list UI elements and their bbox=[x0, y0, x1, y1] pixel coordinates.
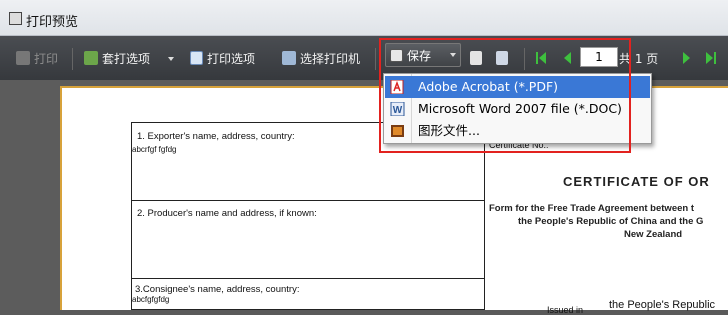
document-icon bbox=[470, 51, 482, 65]
last-page-icon[interactable] bbox=[706, 52, 716, 64]
chevron-down-icon[interactable] bbox=[167, 57, 174, 61]
page-number-input[interactable]: 1 bbox=[580, 47, 618, 67]
print-options-button[interactable]: 打印选项 bbox=[190, 49, 255, 69]
first-page-icon[interactable] bbox=[536, 52, 546, 64]
consignee-label: 3.Consignee's name, address, country: bbox=[135, 284, 300, 295]
image-icon bbox=[391, 125, 404, 137]
exporter-value: abcrfgf fgfdg bbox=[132, 145, 177, 154]
form-divider bbox=[131, 200, 485, 201]
menu-item-pdf[interactable]: Adobe Acrobat (*.PDF) bbox=[385, 76, 650, 98]
exporter-label: 1. Exporter's name, address, country: bbox=[137, 131, 295, 142]
toolbar-separator bbox=[524, 48, 525, 70]
word-icon: W bbox=[390, 102, 405, 116]
consignee-value: abcfgfgfdg bbox=[132, 295, 170, 304]
previous-page-icon[interactable] bbox=[564, 52, 571, 64]
window-titlebar: 打印预览 bbox=[0, 0, 728, 36]
template-print-options-button[interactable]: 套打选项 bbox=[84, 49, 174, 69]
certificate-title: CERTIFICATE OF OR bbox=[563, 174, 710, 189]
toolbar-separator bbox=[375, 48, 376, 70]
issued-in-label: Issued in bbox=[547, 305, 584, 315]
menu-item-image[interactable]: 图形文件... bbox=[385, 120, 650, 142]
floppy-disk-icon bbox=[390, 49, 403, 62]
printer-icon bbox=[16, 51, 30, 65]
edit-doc-button[interactable] bbox=[496, 49, 512, 69]
issued-in-value: the People's Republic bbox=[609, 299, 716, 311]
save-format-menu: Adobe Acrobat (*.PDF) W Microsoft Word 2… bbox=[383, 73, 652, 144]
app-icon bbox=[9, 12, 22, 25]
window-title: 打印预览 bbox=[26, 15, 79, 30]
svg-text:W: W bbox=[393, 105, 403, 116]
next-page-icon[interactable] bbox=[683, 52, 690, 64]
pdf-icon bbox=[390, 80, 404, 94]
export-doc-button[interactable] bbox=[470, 49, 486, 69]
chevron-down-icon[interactable] bbox=[450, 53, 456, 57]
producer-label: 2. Producer's name and address, if known… bbox=[137, 208, 317, 219]
select-printer-button[interactable]: 选择打印机 bbox=[282, 49, 360, 69]
print-button[interactable]: 打印 bbox=[16, 49, 58, 69]
form-divider bbox=[131, 278, 485, 279]
page-nav-back bbox=[536, 52, 571, 64]
save-button[interactable]: 保存 bbox=[385, 43, 461, 67]
toolbar-separator bbox=[72, 48, 73, 70]
menu-item-word[interactable]: W Microsoft Word 2007 file (*.DOC) bbox=[385, 98, 650, 120]
agreement-line-1: Form for the Free Trade Agreement betwee… bbox=[489, 203, 694, 214]
print-options-icon bbox=[190, 51, 203, 65]
agreement-line-2: the People's Republic of China and the G bbox=[518, 216, 704, 227]
agreement-line-3: New Zealand bbox=[624, 229, 683, 240]
page-nav-forward bbox=[683, 52, 716, 64]
template-icon bbox=[84, 51, 98, 65]
printer-select-icon bbox=[282, 51, 296, 65]
edit-icon bbox=[496, 51, 508, 65]
